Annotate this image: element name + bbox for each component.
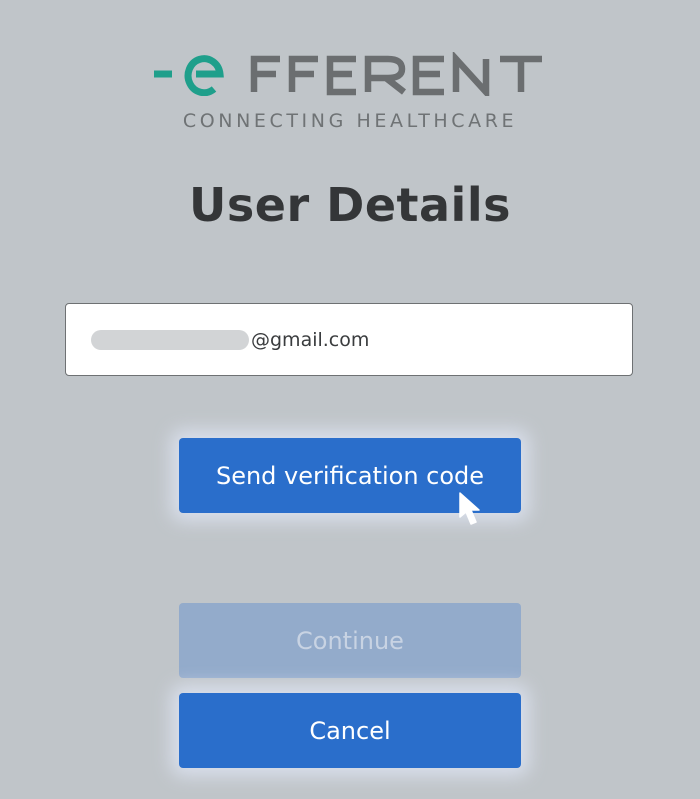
email-field-value: @gmail.com: [251, 328, 370, 351]
redacted-email-username: [91, 329, 249, 350]
email-field[interactable]: @gmail.com: [65, 303, 633, 376]
continue-button[interactable]: Continue: [179, 603, 521, 678]
page-title: User Details: [189, 178, 511, 232]
efferent-logo: [0, 52, 700, 96]
cancel-button[interactable]: Cancel: [179, 693, 521, 768]
efferent-wordmark: [154, 52, 542, 96]
logo-tagline: CONNECTING HEALTHCARE: [182, 110, 518, 132]
mouse-pointer-icon: [459, 492, 480, 525]
